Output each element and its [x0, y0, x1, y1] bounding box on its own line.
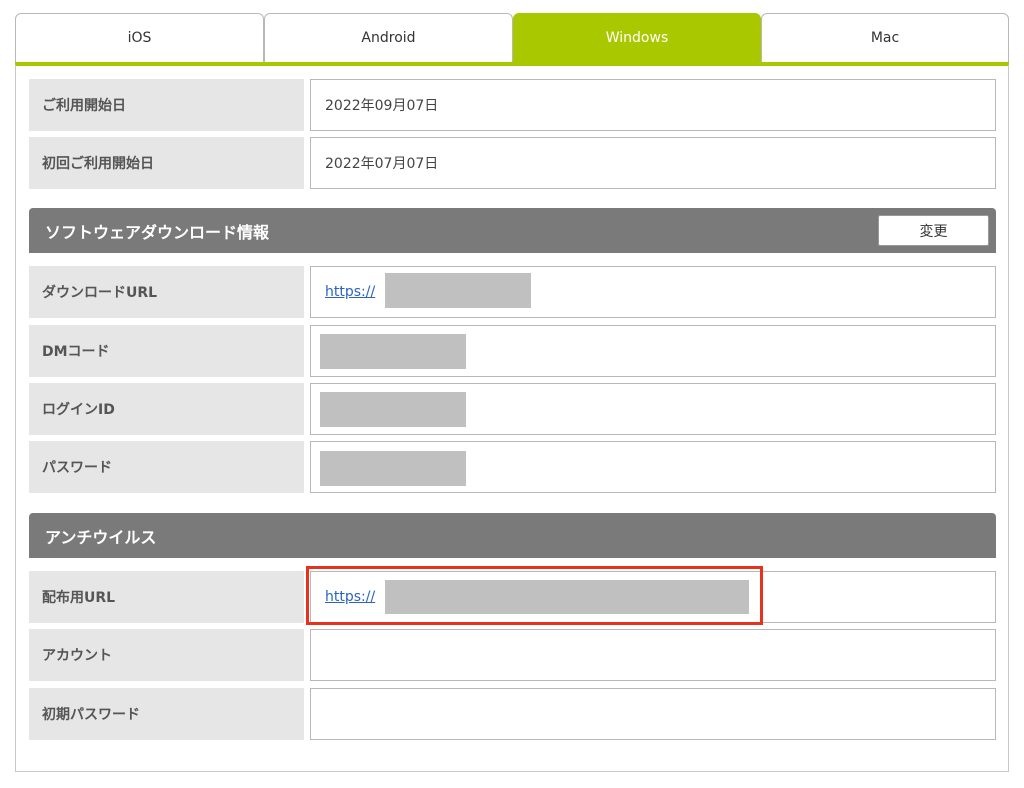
distribution-url-label: 配布用URL: [29, 571, 304, 623]
row-login-id: ログインID: [29, 383, 996, 435]
download-url-label: ダウンロードURL: [29, 266, 304, 318]
account-value: [310, 629, 996, 681]
dm-code-field: [310, 325, 996, 377]
dm-code-label: DMコード: [29, 325, 304, 377]
row-start-date: ご利用開始日 2022年09月07日: [29, 79, 996, 131]
initial-password-label: 初期パスワード: [29, 688, 304, 740]
login-id-field: [310, 383, 996, 435]
start-date-label: ご利用開始日: [29, 79, 304, 131]
password-field: [310, 441, 996, 493]
row-account: アカウント: [29, 629, 996, 681]
initial-password-value: [310, 688, 996, 740]
tab-android[interactable]: Android: [264, 13, 513, 62]
software-download-header: ソフトウェアダウンロード情報 変更: [29, 208, 996, 253]
row-password: パスワード: [29, 441, 996, 493]
tab-mac[interactable]: Mac: [761, 13, 1009, 62]
antivirus-title: アンチウイルス: [45, 527, 157, 547]
row-first-start-date: 初回ご利用開始日 2022年07月07日: [29, 137, 996, 189]
platform-tabs: iOS Android Windows Mac: [15, 13, 1009, 66]
tab-ios[interactable]: iOS: [15, 13, 264, 62]
row-distribution-url: 配布用URL https://: [29, 571, 996, 623]
change-button[interactable]: 変更: [878, 215, 989, 246]
first-start-date-value: 2022年07月07日: [310, 137, 996, 189]
software-download-title: ソフトウェアダウンロード情報: [45, 222, 270, 242]
row-download-url: ダウンロードURL https://: [29, 266, 996, 318]
start-date-value: 2022年09月07日: [310, 79, 996, 131]
login-id-label: ログインID: [29, 383, 304, 435]
account-label: アカウント: [29, 629, 304, 681]
dm-code-redaction: [320, 334, 466, 369]
login-id-redaction: [320, 392, 466, 427]
tab-windows[interactable]: Windows: [513, 13, 761, 62]
download-url-link[interactable]: https://: [325, 284, 375, 300]
row-dm-code: DMコード: [29, 325, 996, 377]
distribution-url-redaction: [385, 580, 749, 614]
row-initial-password: 初期パスワード: [29, 688, 996, 740]
first-start-date-label: 初回ご利用開始日: [29, 137, 304, 189]
distribution-url-link[interactable]: https://: [325, 589, 375, 605]
download-url-field: https://: [310, 266, 996, 318]
download-url-redaction: [385, 273, 531, 308]
password-label: パスワード: [29, 441, 304, 493]
password-redaction: [320, 451, 466, 486]
antivirus-header: アンチウイルス: [29, 513, 996, 558]
distribution-url-field: https://: [310, 571, 996, 623]
